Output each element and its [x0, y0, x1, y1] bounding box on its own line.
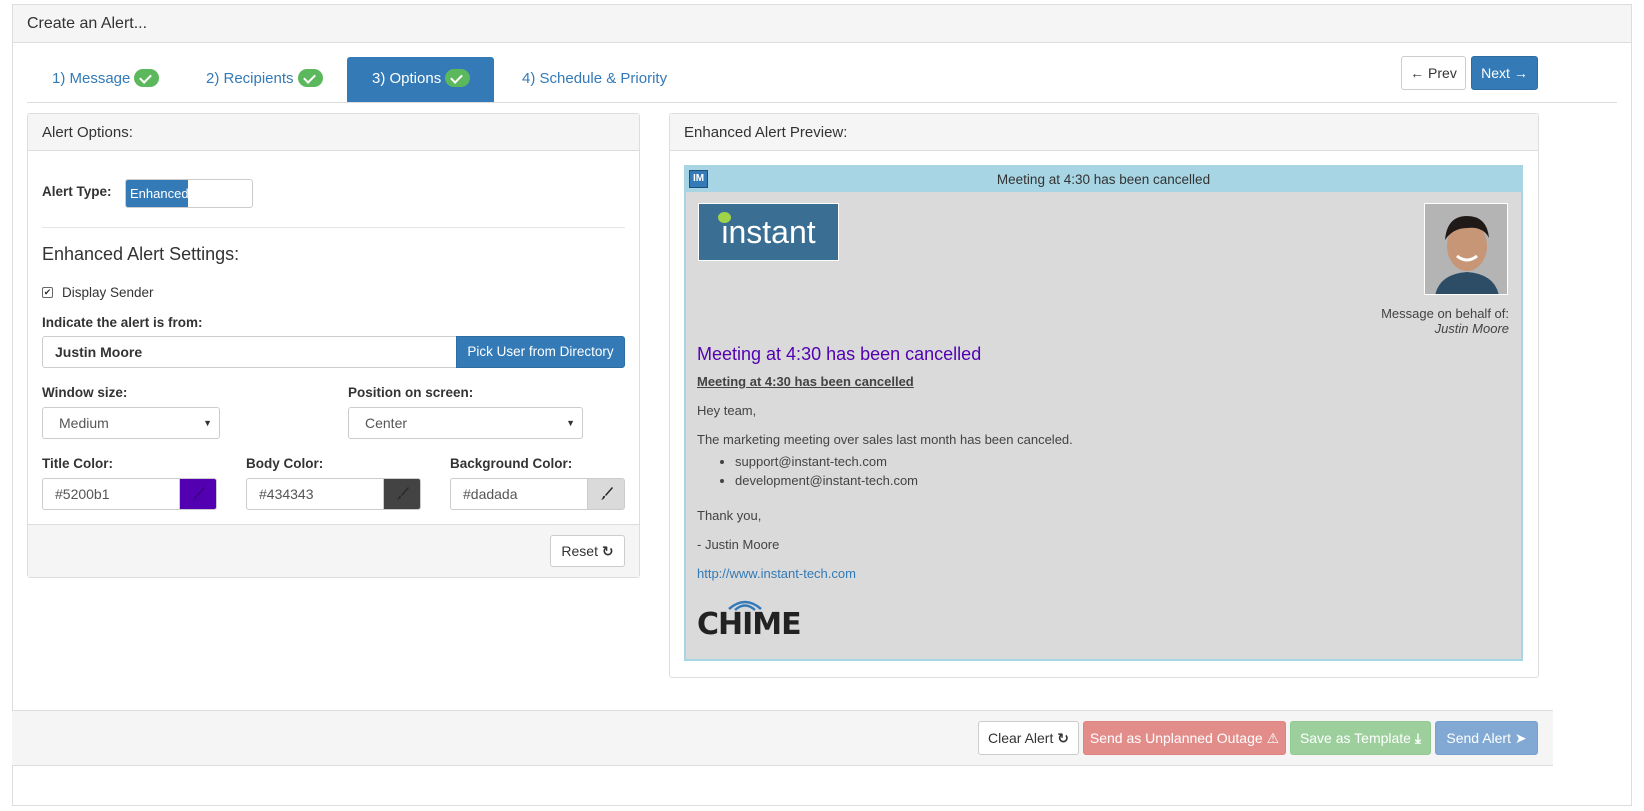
preview-bar-title: Meeting at 4:30 has been cancelled	[996, 172, 1211, 187]
wizard-tabs: 1) Message 2) Recipients 3) Options 4) S…	[27, 57, 1617, 103]
from-input[interactable]: Justin Moore	[42, 336, 457, 368]
check-icon	[134, 69, 160, 88]
title-color-label: Title Color:	[42, 456, 114, 471]
caret-down-icon: ▼	[203, 418, 212, 428]
page-title: Create an Alert...	[13, 5, 1631, 43]
preview-greeting: Hey team,	[697, 403, 757, 418]
behalf-name: Justin Moore	[1434, 321, 1509, 336]
list-item: support@instant-tech.com	[735, 452, 918, 471]
title-color-picker[interactable]	[179, 478, 217, 510]
footer-bar: Clear Alert ↻ Send as Unplanned Outage ⚠…	[12, 710, 1553, 766]
brush-icon	[397, 487, 409, 500]
tab-schedule-priority[interactable]: 4) Schedule & Priority	[497, 57, 692, 102]
divider	[42, 227, 625, 228]
next-button[interactable]: Next →	[1471, 56, 1538, 90]
caret-down-icon: ▼	[566, 418, 575, 428]
speech-bubble-icon	[718, 212, 731, 223]
preview-signature: - Justin Moore	[697, 537, 780, 552]
alert-type-toggle[interactable]: Enhanced	[125, 179, 253, 208]
check-icon	[297, 69, 323, 88]
send-alert-button[interactable]: Send Alert ➤	[1435, 721, 1538, 755]
reset-button[interactable]: Reset ↻	[550, 535, 625, 567]
position-select[interactable]: Center ▼	[348, 407, 583, 439]
save-template-label: Save as Template	[1299, 730, 1411, 746]
settings-heading: Enhanced Alert Settings:	[42, 244, 240, 264]
alert-type-label: Alert Type:	[42, 184, 112, 199]
tab-recipients[interactable]: 2) Recipients	[181, 57, 348, 102]
tab-options[interactable]: 3) Options	[347, 57, 494, 102]
display-sender-label: Display Sender	[62, 285, 154, 300]
warning-icon: ⚠	[1266, 730, 1280, 746]
instant-logo: instant	[698, 203, 839, 261]
window-size-value: Medium	[59, 415, 109, 431]
options-panel-footer: Reset ↻	[28, 524, 639, 577]
paper-plane-icon: ➤	[1514, 730, 1527, 746]
clear-alert-label: Clear Alert	[988, 730, 1054, 746]
next-label: Next	[1481, 65, 1510, 81]
background-color-input[interactable]: #dadada	[450, 478, 588, 510]
tab-label: 3) Options	[372, 70, 442, 87]
download-icon: ⤓	[1414, 730, 1422, 746]
preview-list: support@instant-tech.com development@ins…	[697, 452, 918, 490]
save-template-button[interactable]: Save as Template ⤓	[1290, 721, 1431, 755]
alert-type-value: Enhanced	[126, 180, 189, 207]
chime-text: CHIME	[697, 607, 802, 642]
send-outage-label: Send as Unplanned Outage	[1089, 730, 1263, 746]
position-value: Center	[365, 415, 408, 431]
list-item: development@instant-tech.com	[735, 471, 918, 490]
clear-alert-button[interactable]: Clear Alert ↻	[978, 721, 1079, 755]
prev-label: Prev	[1428, 65, 1457, 81]
tab-label: 4) Schedule & Priority	[522, 70, 668, 87]
body-color-input[interactable]: #434343	[246, 478, 384, 510]
brush-icon	[193, 487, 205, 500]
title-color-input[interactable]: #5200b1	[42, 478, 180, 510]
sender-photo	[1425, 204, 1507, 294]
send-alert-label: Send Alert	[1446, 730, 1511, 746]
alert-options-title: Alert Options:	[28, 114, 639, 151]
body-color-picker[interactable]	[383, 478, 421, 510]
undo-icon: ↻	[601, 543, 614, 559]
im-app-icon: IM	[689, 170, 708, 188]
background-color-picker[interactable]	[587, 478, 625, 510]
tab-label: 1) Message	[52, 70, 131, 87]
body-color-label: Body Color:	[246, 456, 324, 471]
alert-options-panel: Alert Options: Alert Type: Enhanced Enha…	[27, 113, 640, 578]
preview-titlebar: IM Meeting at 4:30 has been cancelled	[686, 167, 1521, 192]
behalf-label: Message on behalf of:	[1381, 306, 1509, 321]
tab-label: 2) Recipients	[206, 70, 294, 87]
avatar	[1424, 203, 1508, 295]
window-size-select[interactable]: Medium ▼	[42, 407, 220, 439]
window-size-label: Window size:	[42, 385, 128, 400]
tab-message[interactable]: 1) Message	[27, 57, 184, 102]
display-sender-checkbox[interactable]: ✔	[42, 287, 53, 298]
send-outage-button[interactable]: Send as Unplanned Outage ⚠	[1083, 721, 1286, 755]
alert-preview-window: IM Meeting at 4:30 has been cancelled in…	[684, 165, 1523, 661]
preview-heading: Meeting at 4:30 has been cancelled	[697, 344, 982, 364]
from-label: Indicate the alert is from:	[42, 315, 203, 330]
chime-logo: CHIME	[697, 597, 802, 642]
background-color-label: Background Color:	[450, 456, 573, 471]
preview-link[interactable]: http://www.instant-tech.com	[697, 566, 856, 581]
preview-body: The marketing meeting over sales last mo…	[697, 432, 1073, 447]
prev-button[interactable]: ← Prev	[1401, 56, 1466, 90]
undo-icon: ↻	[1057, 730, 1069, 746]
preview-closing: Thank you,	[697, 508, 762, 523]
logo-text: instant	[721, 214, 816, 250]
brush-icon	[601, 487, 613, 500]
preview-title: Enhanced Alert Preview:	[670, 114, 1538, 151]
arrow-left-icon: ←	[1410, 65, 1425, 81]
reset-label: Reset	[561, 543, 598, 559]
position-label: Position on screen:	[348, 385, 474, 400]
check-icon	[445, 69, 471, 88]
preview-subheading: Meeting at 4:30 has been cancelled	[697, 374, 914, 389]
pick-user-button[interactable]: Pick User from Directory	[456, 336, 625, 368]
arrow-right-icon: →	[1513, 65, 1528, 81]
